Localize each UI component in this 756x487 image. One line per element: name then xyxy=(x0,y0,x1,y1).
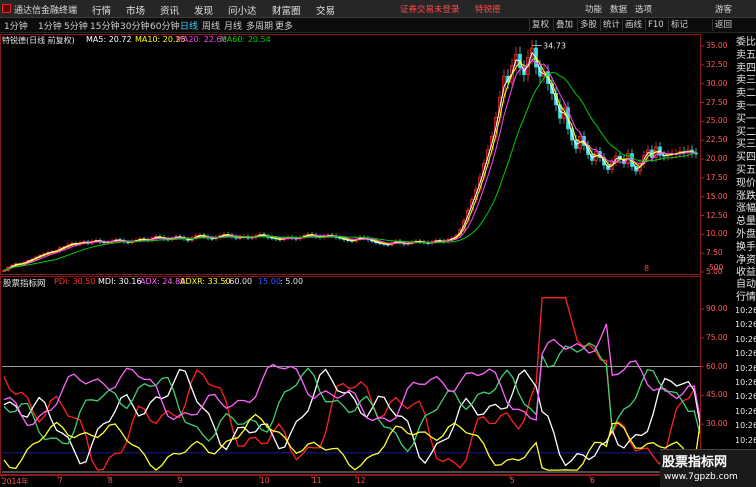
side-panel-item: 总量 xyxy=(736,216,756,228)
tick-time: 10:26 xyxy=(735,378,756,387)
price-tick-label: 35.00 xyxy=(706,41,728,50)
indicator-frame xyxy=(0,276,701,475)
adxr-label: ADXR: 33.50 xyxy=(180,277,231,286)
watermark: 股票指标网 www.7gpzb.com xyxy=(660,449,756,487)
side-panel-item: 买二 xyxy=(736,126,756,138)
tick-time: 10:26 xyxy=(735,435,756,445)
tick-time: 10:26 xyxy=(735,421,756,431)
indicator-tick-label: 30.00 xyxy=(706,419,728,429)
x-axis-label: 12 xyxy=(356,476,366,485)
auto-label[interactable]: 自动 xyxy=(736,279,756,291)
tick-time: 10:26 xyxy=(735,406,756,416)
signal-line xyxy=(3,413,701,471)
price-tick-label: 25.00 xyxy=(706,116,728,126)
price-tick-label: 27.50 xyxy=(706,97,728,107)
price-tick-label: 22.50 xyxy=(706,135,728,145)
x-axis-label: 8 xyxy=(108,476,113,485)
side-panel-item: 委比 xyxy=(736,37,756,48)
side-panel-item: 卖四 xyxy=(736,62,756,74)
watermark-title: 股票指标网 xyxy=(662,455,728,470)
rows-label[interactable]: 行情 xyxy=(736,292,756,304)
mdi-line xyxy=(3,368,701,467)
event-marker: 8 xyxy=(644,264,649,273)
ma20-line xyxy=(3,59,696,271)
trading-terminal: 通达信金融终端 行情 市场 资讯 发现 问小达 财富圈 交易 证券交易未登录 特… xyxy=(0,0,756,487)
x-axis-label: 5 xyxy=(510,476,515,485)
kline-chart[interactable]: 34.73 8 xyxy=(0,0,756,487)
price-tick-label: 12.50 xyxy=(706,210,728,220)
tick-time: 10:26 xyxy=(735,349,756,359)
side-panel-item: 涨跌 xyxy=(736,190,756,202)
side-panel-item: 卖二 xyxy=(736,88,756,100)
x-axis-label: 11 xyxy=(312,476,322,485)
indicator-tick-label: 90.00 xyxy=(706,304,728,314)
side-panel-item: 涨幅 xyxy=(736,203,756,215)
side-panel-item: 净资 xyxy=(736,254,756,266)
side-panel-item: 买三 xyxy=(736,139,756,151)
price-tick-label: 15.00 xyxy=(706,191,728,201)
x-axis-label: 7 xyxy=(58,476,63,485)
pdi-line xyxy=(3,297,701,471)
side-panel-item: 买五 xyxy=(736,165,756,176)
side-panel-item: 卖三 xyxy=(736,75,756,87)
price-tick-label: 32.50 xyxy=(706,59,728,69)
price-tick-label: 10.00 xyxy=(706,229,728,239)
tick-time: 10:26 xyxy=(735,320,756,330)
side-panel-item: 卖一 xyxy=(736,101,756,112)
param1-label: : 60.00 xyxy=(224,277,253,286)
side-panel-item: 换手 xyxy=(736,241,756,253)
tick-time: 10:26 xyxy=(735,334,756,344)
side-panel-item: 买四 xyxy=(736,152,756,164)
price-tick-label: 5.00 xyxy=(706,267,723,276)
side-panel-item: 卖五 xyxy=(736,49,756,61)
side-panel-item: 现价 xyxy=(736,177,756,189)
side-panel-item: 外盘 xyxy=(736,229,756,240)
price-tick-label: 7.50 xyxy=(706,248,723,258)
indicator-title[interactable]: 股票指标网 xyxy=(3,277,46,289)
param2-label: 15.00 xyxy=(258,277,281,286)
max-price-label: 34.73 xyxy=(543,41,566,50)
x-axis-label: 9 xyxy=(178,476,183,485)
side-panel-item: 收益 xyxy=(736,267,756,279)
price-tick-label: 30.00 xyxy=(706,78,728,88)
indicator-tick-label: 75.00 xyxy=(706,332,728,342)
adx-label: ADX: 24.89 xyxy=(140,277,186,286)
x-axis-label: 6 xyxy=(590,476,595,485)
indicator-legend: 股票指标网 PDI: 30.50 MDI: 30.16 ADX: 24.89 A… xyxy=(0,276,700,289)
adx-line xyxy=(3,342,701,453)
x-axis-label: 2014年 xyxy=(2,477,29,486)
indicator-tick-label: 60.00 xyxy=(706,361,728,371)
tick-time: 10:26 xyxy=(735,392,756,402)
quote-side-panel: 委比 卖五 卖四 卖三 卖二 卖一 买一 买二 买三 买四 买五 现价 涨跌 涨幅 总量 外盘 换手 净资 收益 xyxy=(736,34,756,487)
mdi-label: MDI: 30.16 xyxy=(98,277,142,286)
pdi-label: PDI: 30.50 xyxy=(54,277,96,286)
indicator-tick-label: 45.00 xyxy=(706,390,728,400)
price-tick-label: 17.50 xyxy=(706,172,728,182)
adxr-line xyxy=(3,323,701,427)
x-axis-label: 10 xyxy=(260,476,270,485)
param3-label: : 5.00 xyxy=(280,277,304,286)
tick-time: 10:26 xyxy=(735,306,756,315)
side-panel-item: 买一 xyxy=(736,113,756,125)
price-tick-label: 20.00 xyxy=(706,154,728,163)
watermark-url: www.7gpzb.com xyxy=(664,472,738,482)
tick-time: 10:26 xyxy=(735,363,756,373)
